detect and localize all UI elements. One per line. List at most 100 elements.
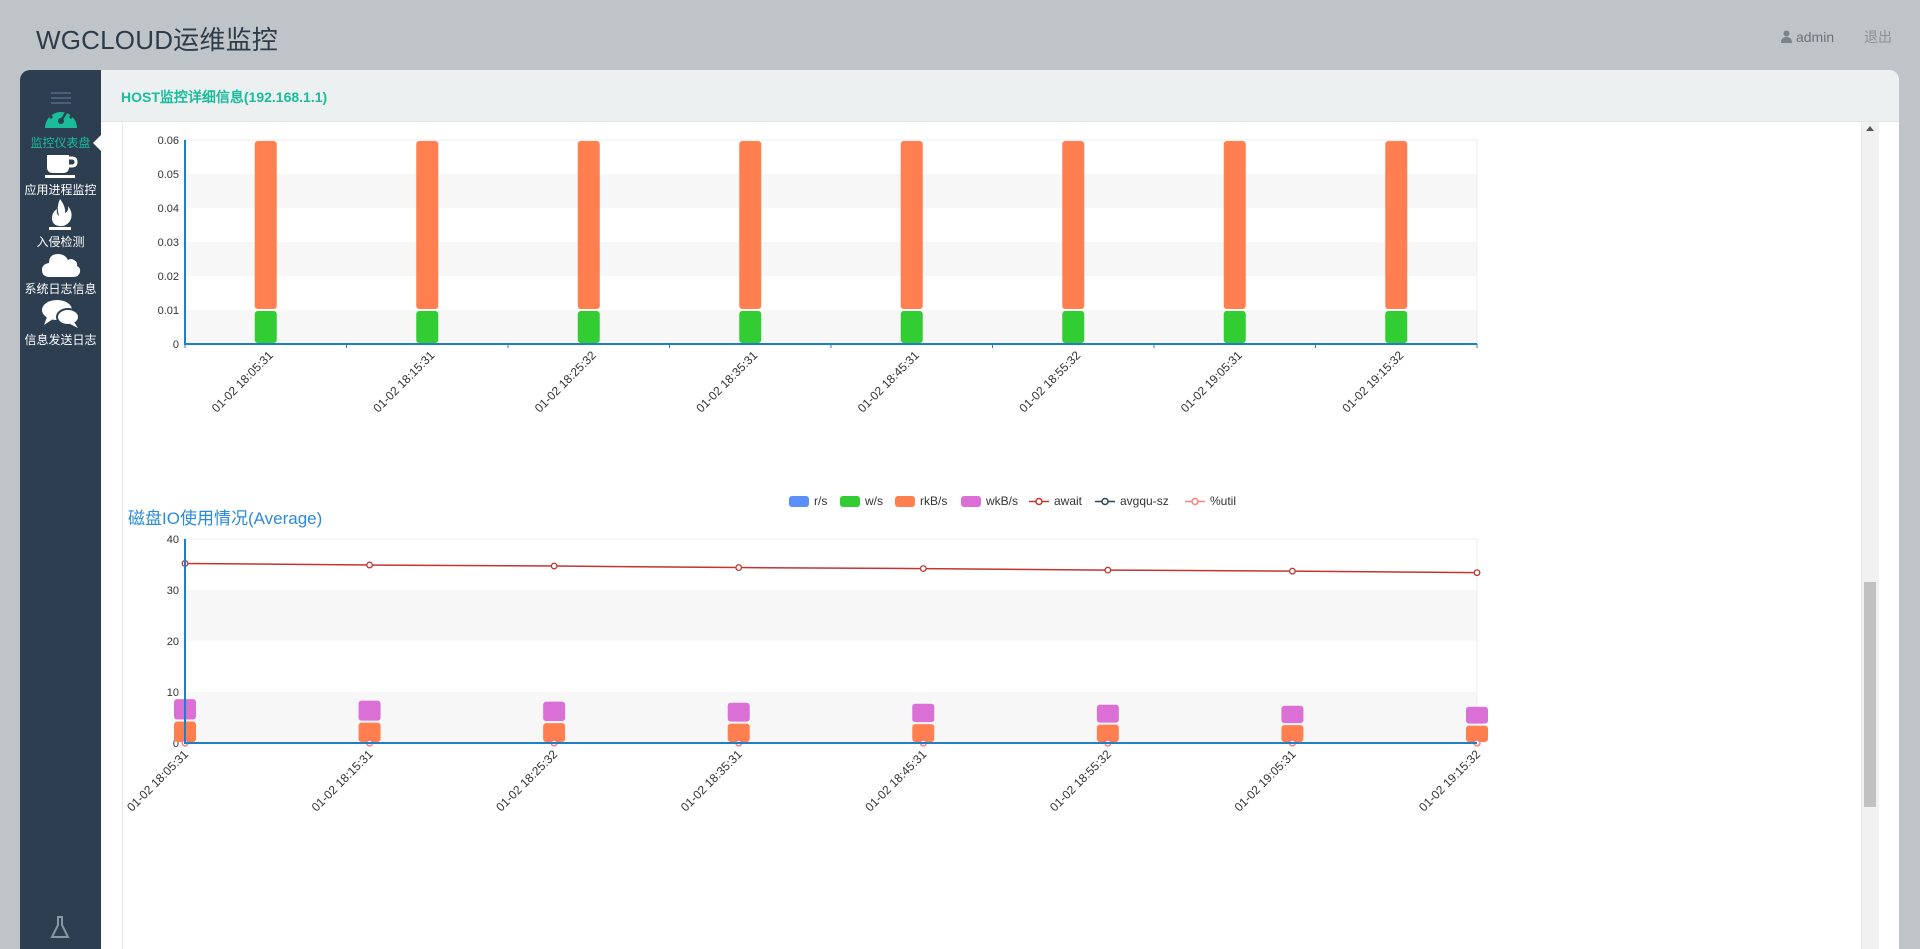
line-point	[366, 561, 374, 569]
bar	[254, 311, 277, 343]
legend-label: wkB/s	[986, 494, 1019, 508]
bar	[1466, 706, 1488, 724]
bar	[900, 141, 923, 309]
logout-link[interactable]: 退出	[1864, 27, 1892, 47]
grid-band	[185, 310, 1477, 344]
x-tick-label: 01-02 18:55:32	[1016, 348, 1083, 415]
y-tick-label: 0.01	[158, 305, 179, 317]
x-tick-label: 01-02 18:25:32	[532, 348, 599, 415]
legend-swatch	[1029, 498, 1049, 506]
bar	[739, 311, 762, 343]
grid-band	[185, 590, 1477, 641]
chart-2: 01020304001-02 18:05:31 01-02 18:15:31 01-…	[124, 534, 1488, 814]
app-title: WGCLOUD运维监控	[36, 25, 278, 55]
username: admin	[1795, 29, 1835, 45]
y-tick-label: 0.02	[158, 271, 179, 283]
x-tick-label: 01-02 18:05:31	[124, 747, 191, 814]
bar	[1096, 704, 1119, 723]
top-bar: WGCLOUD运维监控 admin 退出	[0, 0, 1920, 70]
bar	[1062, 311, 1085, 343]
grid-band	[185, 208, 1477, 242]
bar	[727, 702, 750, 722]
grid-band	[185, 140, 1477, 174]
user-menu[interactable]: admin	[1780, 29, 1835, 45]
legend-item-w-s[interactable]: w/s	[840, 494, 883, 508]
bar	[1385, 141, 1408, 309]
x-tick-label: 01-02 18:15:31	[370, 348, 437, 415]
legend-label: r/s	[814, 494, 828, 508]
sidebar-item-syslog[interactable]: 系统日志信息	[20, 250, 101, 297]
legend-swatch	[895, 496, 915, 508]
legend-label: w/s	[865, 494, 883, 508]
bar	[1096, 724, 1119, 742]
legend-swatch	[961, 496, 981, 508]
bar	[358, 722, 381, 742]
y-tick-label: 0.03	[158, 237, 179, 249]
bar	[577, 141, 600, 309]
legend-item-wkb-s[interactable]: wkB/s	[961, 494, 1018, 508]
bar	[543, 701, 566, 722]
bar	[254, 141, 277, 309]
y-tick-label: 10	[167, 687, 179, 699]
grid-band	[185, 641, 1477, 692]
legend-label: %util	[1210, 494, 1237, 508]
line-point	[1288, 567, 1296, 575]
line-point	[735, 564, 743, 572]
bar	[543, 723, 566, 742]
line-point	[919, 565, 927, 573]
legend-item-avgqu-sz[interactable]: avgqu-sz	[1095, 494, 1169, 508]
sidebar: 监控仪表盘 应用进程监控 入侵检测 系统日志信息 信息发送日志	[20, 70, 101, 949]
legend-swatch	[789, 496, 809, 508]
scroll-thumb[interactable]	[1864, 582, 1876, 807]
sidebar-item-app-process[interactable]: 应用进程监控	[20, 151, 101, 198]
legend-swatch	[1185, 498, 1205, 506]
bar	[1385, 311, 1408, 343]
sidebar-item-dashboard[interactable]: 监控仪表盘	[20, 102, 101, 151]
cloud-icon	[41, 254, 80, 277]
x-tick-label: 01-02 18:35:31	[693, 348, 760, 415]
x-tick-label: 01-02 18:05:31	[209, 348, 276, 415]
bar	[1223, 141, 1246, 309]
legend-label: avgqu-sz	[1120, 494, 1169, 508]
bar	[416, 311, 439, 343]
sidebar-item-label: 系统日志信息	[24, 282, 97, 296]
legend-label: await	[1054, 494, 1083, 508]
bar	[1223, 311, 1246, 343]
y-tick-label: 0	[173, 339, 179, 351]
flask-icon[interactable]	[50, 915, 70, 939]
line-point	[550, 562, 558, 570]
chart-1: 0 0.01 0.02 0.03 0.04 0.05 0.06 01-02 18:05:31 0…	[158, 135, 1478, 415]
grid-band	[185, 242, 1477, 276]
user-icon	[1780, 30, 1792, 43]
legend-item-util[interactable]: %util	[1185, 494, 1236, 508]
bar	[912, 703, 935, 723]
y-tick-label: 0.05	[158, 169, 179, 181]
scroll-up-arrow[interactable]	[1866, 126, 1874, 131]
y-tick-label: 20	[167, 636, 179, 648]
x-tick-label: 01-02 19:05:31	[1178, 348, 1245, 415]
legend-item-r-s[interactable]: r/s	[789, 494, 827, 508]
y-tick-label: 0.04	[158, 203, 179, 215]
sidebar-item-intrusion[interactable]: 入侵检测	[20, 197, 101, 250]
bar	[577, 311, 600, 343]
sidebar-item-message-log[interactable]: 信息发送日志	[20, 299, 101, 348]
x-tick-label: 01-02 18:25:32	[493, 747, 560, 814]
y-tick-label: 30	[167, 585, 179, 597]
bar	[358, 700, 381, 721]
bar	[416, 141, 439, 309]
scrollbar[interactable]	[1862, 122, 1879, 949]
legend-item-rkb-s[interactable]: rkB/s	[895, 494, 947, 508]
x-tick-label: 01-02 18:45:31	[855, 348, 922, 415]
main-frame: 监控仪表盘 应用进程监控 入侵检测 系统日志信息 信息发送日志 HOST监控详细…	[20, 70, 1899, 949]
sidebar-item-label: 应用进程监控	[24, 183, 97, 197]
grid-band	[185, 276, 1477, 310]
x-tick-label: 01-02 18:35:31	[678, 747, 745, 814]
line-point	[1473, 569, 1481, 577]
sidebar-item-label: 信息发送日志	[24, 333, 97, 347]
legend-item-await[interactable]: await	[1029, 494, 1082, 508]
user-area: admin 退出	[1780, 27, 1892, 47]
content-area: 0 0.01 0.02 0.03 0.04 0.05 0.06 01-02 18:05:31 0…	[101, 122, 1899, 949]
coffee-cup-icon	[44, 155, 78, 178]
x-tick-label: 01-02 18:15:31	[309, 747, 376, 814]
bar	[1466, 725, 1488, 742]
